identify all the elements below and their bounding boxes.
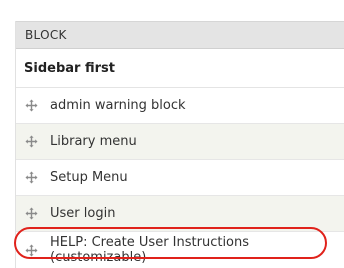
block-row-user-login[interactable]: User login [16,196,344,232]
block-label[interactable]: Library menu [50,134,137,149]
drag-handle-icon[interactable] [25,244,38,257]
column-header-block: BLOCK [16,21,344,49]
block-label[interactable]: User login [50,206,115,221]
block-row-help-instructions[interactable]: HELP: Create User Instructions (customiz… [16,232,344,268]
block-label[interactable]: HELP: Create User Instructions (customiz… [50,235,344,265]
drag-handle-icon[interactable] [25,99,38,112]
block-label[interactable]: admin warning block [50,98,186,113]
block-label[interactable]: Setup Menu [50,170,128,185]
region-title-label: Sidebar first [24,60,115,76]
region-title-sidebar-first: Sidebar first [16,49,344,88]
block-row-setup-menu[interactable]: Setup Menu [16,160,344,196]
drag-handle-icon[interactable] [25,135,38,148]
block-row-library-menu[interactable]: Library menu [16,124,344,160]
block-layout-table: BLOCK Sidebar first admin warning block … [15,21,344,268]
column-header-label: BLOCK [25,28,67,42]
drag-handle-icon[interactable] [25,171,38,184]
drag-handle-icon[interactable] [25,207,38,220]
block-row-admin-warning[interactable]: admin warning block [16,88,344,124]
